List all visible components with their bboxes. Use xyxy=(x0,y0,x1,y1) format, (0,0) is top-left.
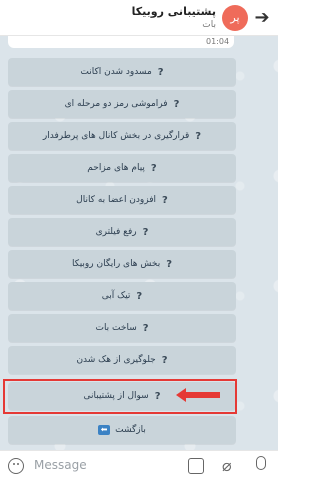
option-button-build-bot[interactable]: ? ساخت بات xyxy=(8,314,236,342)
question-icon: ? xyxy=(136,290,143,302)
question-icon: ? xyxy=(150,162,157,174)
option-button-add-members[interactable]: ? افزودن اعضا به کانال xyxy=(8,186,236,214)
option-button-free-sections[interactable]: ? بخش های رایگان روبیکا xyxy=(8,250,236,278)
mic-icon[interactable] xyxy=(256,456,266,470)
question-icon: ? xyxy=(142,322,149,334)
option-button-forgot-2fa[interactable]: ? فراموشی رمز دو مرحله ای xyxy=(8,90,236,118)
sticker-icon[interactable] xyxy=(188,458,204,474)
message-bubble: 01:04 xyxy=(8,36,234,48)
option-button-unfilter[interactable]: ? رفع فیلتری xyxy=(8,218,236,246)
attach-icon[interactable]: ⌀ xyxy=(222,456,232,475)
option-button-blue-tick[interactable]: ? تیک آبی xyxy=(8,282,236,310)
question-icon: ? xyxy=(166,258,173,270)
chat-header: ➔ پر پشتیبانی روبیکا بات xyxy=(0,0,278,36)
back-button-label: بازگشت xyxy=(115,425,146,435)
composer-bar: Message ⌀ xyxy=(0,450,278,480)
option-label: قرارگیری در بخش کانال های پرطرفدار xyxy=(42,131,190,141)
chat-subtitle: بات xyxy=(202,20,216,30)
emoji-icon[interactable] xyxy=(8,458,24,474)
option-label: مسدود شدن اکانت xyxy=(80,67,152,77)
option-label: تیک آبی xyxy=(101,291,131,301)
option-label: جلوگیری از هک شدن xyxy=(76,355,156,365)
question-icon: ? xyxy=(173,98,180,110)
question-icon: ? xyxy=(162,194,168,206)
option-button-account-blocked[interactable]: ? مسدود شدن اکانت xyxy=(8,58,236,86)
option-label: افزودن اعضا به کانال xyxy=(76,195,157,205)
question-icon: ? xyxy=(195,130,202,142)
option-button-prevent-hack[interactable]: ? جلوگیری از هک شدن xyxy=(8,346,236,374)
message-input[interactable]: Message xyxy=(34,458,87,472)
back-arrow-icon[interactable]: ➔ xyxy=(252,8,272,28)
avatar[interactable]: پر xyxy=(222,5,248,31)
message-time: 01:04 xyxy=(206,37,230,46)
option-label: بخش های رایگان روبیکا xyxy=(72,259,161,269)
question-icon: ? xyxy=(157,66,164,78)
question-icon: ? xyxy=(161,354,168,366)
option-button-popular-channels[interactable]: ? قرارگیری در بخش کانال های پرطرفدار xyxy=(8,122,236,150)
option-label: ساخت بات xyxy=(95,323,137,333)
option-label: رفع فیلتری xyxy=(95,227,137,237)
back-button[interactable]: بازگشت ⬅ xyxy=(8,416,236,444)
option-label: پیام های مزاحم xyxy=(87,163,145,173)
chat-area: 01:04 ? مسدود شدن اکانت ? فراموشی رمز دو… xyxy=(0,36,278,450)
chat-title[interactable]: پشتیبانی روبیکا xyxy=(132,5,216,18)
option-button-spam-messages[interactable]: ? پیام های مزاحم xyxy=(8,154,236,182)
red-arrow-icon xyxy=(176,388,220,402)
back-arrow-icon: ⬅ xyxy=(98,425,111,435)
option-label: فراموشی رمز دو مرحله ای xyxy=(64,99,168,109)
question-icon: ? xyxy=(142,226,149,238)
